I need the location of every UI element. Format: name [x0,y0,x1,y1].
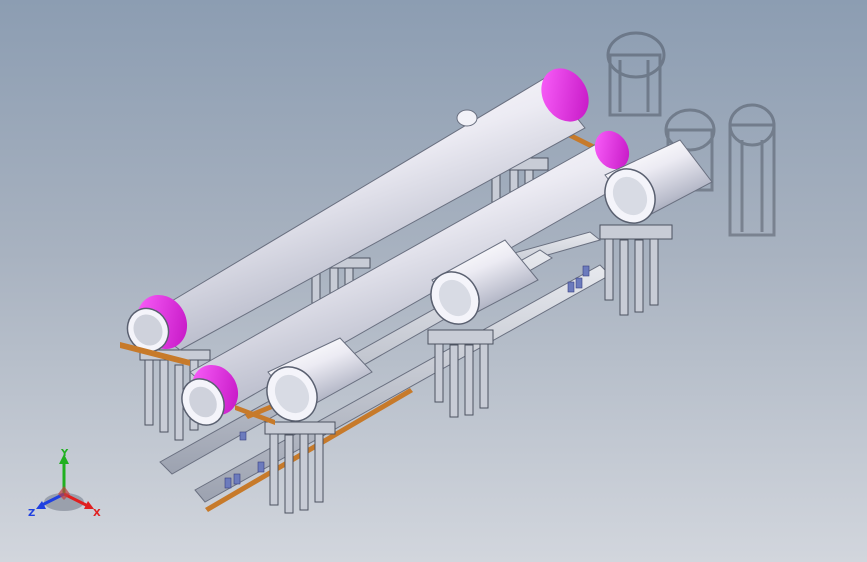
triad-x-label: X [93,508,101,519]
triad-y-label: Y [60,448,69,459]
coordinate-triad: Y X Z [28,448,101,519]
3d-assembly-scene[interactable] [0,0,867,562]
triad-z-label: Z [28,508,35,519]
ghost-frame-1 [606,31,666,117]
model-viewport[interactable]: Y X Z [0,0,867,562]
ghost-frame-3 [728,103,776,237]
support-stand-center [427,329,494,418]
support-stand-right [599,224,673,316]
support-stand-front [264,421,336,514]
